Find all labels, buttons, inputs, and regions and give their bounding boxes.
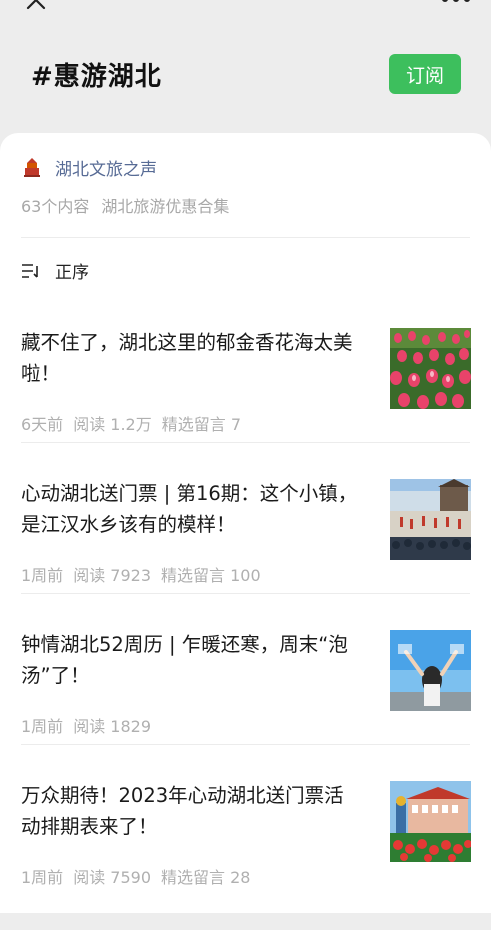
top-bar — [0, 0, 491, 20]
topic-header: #惠游湖北 订阅 — [0, 40, 491, 110]
article-item[interactable]: 万众期待！2023年心动湖北送门票活动排期表来了！ 1周前 阅读 7590 精选留言… — [0, 780, 491, 930]
article-reads: 阅读 7590 — [73, 868, 151, 887]
article-item[interactable]: 钟情湖北52周历 | 乍暖还寒，周末“泡汤”了！ 1周前 阅读 1829 — [0, 629, 491, 779]
article-reads: 阅读 1829 — [73, 717, 151, 736]
more-icon[interactable] — [441, 0, 471, 4]
article-meta: 1周前 阅读 7590 精选留言 28 — [21, 864, 250, 888]
divider — [21, 237, 470, 238]
sort-label: 正序 — [55, 263, 89, 283]
article-comments: 精选留言 28 — [161, 868, 251, 887]
sort-toggle[interactable]: 正序 — [21, 258, 89, 283]
sort-icon — [22, 263, 38, 278]
article-thumbnail[interactable] — [390, 630, 471, 711]
article-thumbnail[interactable] — [390, 479, 471, 560]
page-title: #惠游湖北 — [31, 62, 162, 92]
divider — [21, 442, 470, 443]
article-item[interactable]: 心动湖北送门票 | 第16期：这个小镇，是江汉水乡该有的模样！ 1周前 阅读 79… — [0, 478, 491, 628]
article-meta: 1周前 阅读 7923 精选留言 100 — [21, 562, 261, 586]
article-meta: 1周前 阅读 1829 — [21, 713, 161, 737]
article-time: 1周前 — [21, 566, 64, 585]
article-time: 1周前 — [21, 717, 64, 736]
article-reads: 阅读 7923 — [73, 566, 151, 585]
article-thumbnail[interactable] — [390, 328, 471, 409]
close-icon[interactable] — [24, 0, 48, 12]
divider — [21, 593, 470, 594]
article-reads: 阅读 1.2万 — [73, 415, 152, 434]
article-time: 6天前 — [21, 415, 64, 434]
article-meta: 6天前 阅读 1.2万 精选留言 7 — [21, 411, 241, 435]
divider — [21, 744, 470, 745]
content-card: 湖北文旅之声 63个内容 湖北旅游优惠合集 正序 藏不住了，湖北这里的郁金香花海太… — [0, 133, 491, 913]
collection-meta: 63个内容 湖北旅游优惠合集 — [21, 193, 229, 217]
article-comments: 精选留言 7 — [161, 415, 242, 434]
article-title[interactable]: 心动湖北送门票 | 第16期：这个小镇，是江汉水乡该有的模样！ — [21, 478, 361, 540]
subscribe-button[interactable]: 订阅 — [389, 54, 461, 94]
article-title[interactable]: 藏不住了，湖北这里的郁金香花海太美啦！ — [21, 327, 361, 389]
article-time: 1周前 — [21, 868, 64, 887]
collection-name: 湖北旅游优惠合集 — [101, 197, 230, 216]
account-name[interactable]: 湖北文旅之声 — [55, 155, 157, 180]
article-thumbnail[interactable] — [390, 781, 471, 862]
account-logo — [24, 158, 40, 177]
article-title[interactable]: 万众期待！2023年心动湖北送门票活动排期表来了！ — [21, 780, 361, 842]
article-comments: 精选留言 100 — [161, 566, 261, 585]
content-count: 63个内容 — [21, 197, 90, 216]
article-title[interactable]: 钟情湖北52周历 | 乍暖还寒，周末“泡汤”了！ — [21, 629, 361, 691]
article-item[interactable]: 藏不住了，湖北这里的郁金香花海太美啦！ 6天前 阅读 1.2万 精选留言 7 — [0, 327, 491, 477]
account-link[interactable]: 湖北文旅之声 — [21, 153, 157, 181]
